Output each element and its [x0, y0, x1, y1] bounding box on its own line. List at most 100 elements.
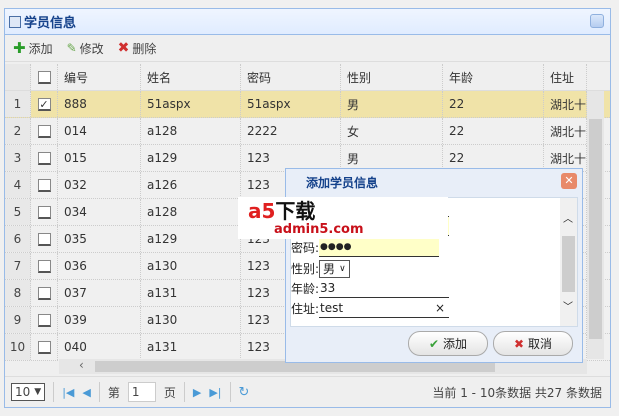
cell-name: a128	[141, 199, 241, 225]
select-all-checkbox[interactable]	[31, 64, 58, 90]
address-field[interactable]: test ×	[319, 300, 450, 318]
add-label: 添加	[28, 41, 53, 56]
col-header-name[interactable]: 姓名	[141, 64, 241, 90]
watermark-logo: a5下载 admin5.com	[238, 197, 448, 239]
page-input[interactable]: 1	[127, 382, 156, 402]
scroll-down-icon[interactable]: ﹀	[563, 298, 573, 313]
watermark-download: 下载	[275, 198, 316, 223]
cell-name: a130	[141, 253, 241, 279]
cell-id: 040	[58, 334, 141, 360]
col-header-id[interactable]: 编号	[58, 64, 141, 90]
sex-label: 性别:	[291, 262, 320, 276]
pencil-icon: ✎	[66, 41, 77, 55]
divider	[98, 382, 100, 402]
col-header-password[interactable]: 密码	[241, 64, 341, 90]
row-checkbox[interactable]	[31, 307, 58, 333]
row-number: 8	[5, 280, 31, 306]
cell-name: a131	[141, 280, 241, 306]
chevron-down-icon: ∨	[339, 263, 346, 274]
col-header-sex[interactable]: 性别	[341, 64, 443, 90]
delete-x-icon: ✖	[117, 40, 130, 56]
table-row[interactable]: 2 014a1282222女22湖北十堰	[5, 118, 610, 145]
cell-sex: 男	[341, 91, 443, 117]
divider	[229, 382, 231, 402]
age-field[interactable]: 33	[319, 280, 450, 298]
scroll-left-icon[interactable]: ‹	[79, 358, 84, 372]
dialog-cancel-button[interactable]: ✖ 取消	[493, 331, 573, 356]
cell-id: 039	[58, 307, 141, 333]
refresh-icon[interactable]: ↻	[239, 385, 250, 400]
sex-value: 男	[323, 262, 336, 276]
row-number: 6	[5, 226, 31, 252]
dialog-title-bar[interactable]: 添加学员信息	[286, 169, 582, 196]
divider	[53, 382, 55, 402]
row-checkbox[interactable]	[31, 118, 58, 144]
table-row[interactable]: 1✓88851aspx51aspx男22湖北十堰	[5, 91, 610, 118]
next-page-icon[interactable]: ▶	[193, 386, 201, 399]
dialog-add-button[interactable]: ✔ 添加	[408, 331, 488, 356]
row-number: 4	[5, 172, 31, 198]
dialog-cancel-label: 取消	[528, 337, 553, 351]
page-suffix: 页	[163, 385, 176, 400]
edit-button[interactable]: ✎ 修改	[67, 40, 104, 57]
row-checkbox[interactable]	[31, 145, 58, 171]
collapse-button[interactable]	[590, 14, 604, 28]
sex-select[interactable]: 男 ∨	[319, 259, 350, 278]
cell-id: 037	[58, 280, 141, 306]
page-size-select[interactable]: 10 ▼	[11, 383, 46, 401]
cell-name: a131	[141, 334, 241, 360]
dialog-close-button[interactable]: ✕	[561, 173, 577, 189]
vertical-scrollbar[interactable]	[587, 91, 604, 359]
scroll-up-icon[interactable]: ︿	[563, 210, 573, 225]
row-checkbox[interactable]	[31, 334, 58, 360]
cell-name: a128	[141, 118, 241, 144]
cell-age: 22	[443, 91, 544, 117]
row-checkbox[interactable]	[31, 199, 58, 225]
cell-name: a129	[141, 145, 241, 171]
plus-icon: ✚	[13, 39, 26, 57]
cell-id: 035	[58, 226, 141, 252]
password-label: 密码:	[291, 241, 320, 255]
row-checkbox[interactable]	[31, 280, 58, 306]
row-number: 5	[5, 199, 31, 225]
cell-name: a129	[141, 226, 241, 252]
cell-id: 888	[58, 91, 141, 117]
last-page-icon[interactable]: ▶|	[209, 386, 221, 399]
cell-age: 22	[443, 118, 544, 144]
rownum-header	[5, 64, 31, 90]
pager-info: 当前 1 - 10条数据 共27 条数据	[432, 385, 602, 400]
dialog-vertical-scrollbar[interactable]: ︿ ﹀	[560, 198, 577, 326]
row-number: 7	[5, 253, 31, 279]
row-checkbox[interactable]	[31, 172, 58, 198]
address-label: 住址:	[291, 302, 320, 316]
dialog-title: 添加学员信息	[306, 176, 379, 190]
vertical-scroll-thumb[interactable]	[589, 119, 602, 339]
dialog-scroll-thumb[interactable]	[562, 236, 575, 292]
col-header-address[interactable]: 住址	[544, 64, 587, 90]
watermark-site: admin5.com	[274, 221, 364, 237]
row-number: 3	[5, 145, 31, 171]
add-button[interactable]: ✚ 添加	[13, 39, 53, 57]
cell-id: 034	[58, 199, 141, 225]
toolbar: ✚ 添加 ✎ 修改 ✖ 删除	[5, 35, 610, 62]
cell-address: 湖北十堰	[544, 91, 587, 117]
clear-icon[interactable]: ×	[435, 301, 445, 315]
age-label: 年龄:	[291, 282, 320, 296]
row-checkbox[interactable]	[31, 226, 58, 252]
dialog-add-label: 添加	[443, 337, 468, 351]
delete-button[interactable]: ✖ 删除	[118, 40, 157, 57]
row-number: 1	[5, 91, 31, 117]
panel-title: 学员信息	[24, 16, 77, 31]
cell-id: 015	[58, 145, 141, 171]
row-checkbox[interactable]	[31, 253, 58, 279]
cancel-x-icon: ✖	[513, 336, 525, 351]
cell-name: 51aspx	[141, 91, 241, 117]
first-page-icon[interactable]: |◀	[62, 386, 74, 399]
cell-name: a126	[141, 172, 241, 198]
cell-sex: 女	[341, 118, 443, 144]
row-number: 2	[5, 118, 31, 144]
row-checkbox[interactable]: ✓	[31, 91, 58, 117]
col-header-age[interactable]: 年龄	[443, 64, 544, 90]
prev-page-icon[interactable]: ◀	[82, 386, 90, 399]
password-field[interactable]: ●●●●	[319, 238, 440, 257]
